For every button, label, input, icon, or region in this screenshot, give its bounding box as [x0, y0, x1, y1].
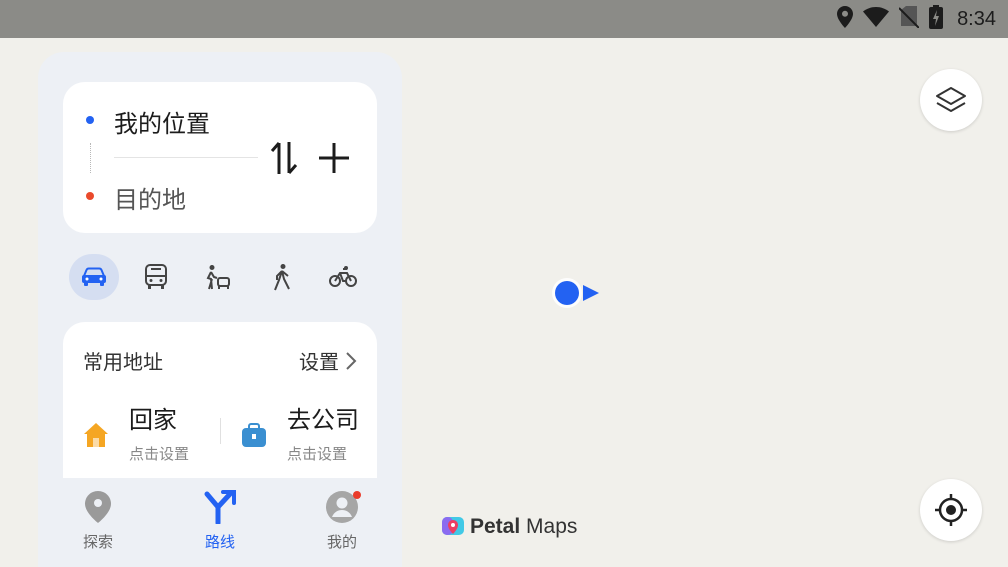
route-panel: 我的位置 目的地 常用地址 设置 回家 点击设置 去公司 点击设置 探索 路线 … — [38, 52, 402, 567]
notification-badge — [353, 491, 361, 499]
bus-icon — [145, 264, 167, 289]
mode-walk[interactable] — [257, 254, 307, 300]
logo-bold: Petal — [470, 515, 521, 538]
route-card: 我的位置 目的地 — [63, 82, 377, 233]
battery-icon — [929, 4, 944, 34]
mode-bus[interactable] — [131, 254, 181, 300]
work-name: 去公司 — [287, 407, 359, 434]
nav-me-label: 我的 — [326, 534, 357, 551]
home-shortcut[interactable]: 回家 点击设置 — [83, 400, 189, 464]
no-sim-icon — [898, 5, 920, 33]
nav-route-label: 路线 — [204, 534, 235, 551]
destination-field[interactable]: 目的地 — [114, 180, 186, 215]
bottom-nav: 探索 路线 我的 — [38, 478, 402, 567]
plus-icon — [319, 143, 349, 173]
chevron-right-icon — [346, 351, 357, 370]
home-sub: 点击设置 — [129, 446, 190, 463]
mode-taxi[interactable] — [193, 254, 243, 300]
origin-dot — [86, 116, 94, 124]
mode-bike[interactable] — [318, 254, 368, 300]
status-bar: 8:34 — [0, 0, 1008, 38]
address-divider — [220, 418, 221, 444]
nav-explore-label: 探索 — [82, 534, 113, 551]
crosshair-icon — [935, 494, 967, 526]
work-sub: 点击设置 — [287, 446, 348, 463]
taxi-icon — [206, 265, 230, 290]
car-icon — [82, 267, 106, 286]
origin-field[interactable]: 我的位置 — [114, 104, 210, 139]
petal-maps-logo-icon — [442, 517, 464, 535]
status-time: 8:34 — [957, 7, 996, 30]
locate-me-button[interactable] — [920, 479, 982, 541]
nav-explore[interactable]: 探索 — [58, 490, 138, 552]
layers-icon — [936, 87, 966, 112]
home-icon — [84, 423, 108, 447]
mode-car[interactable] — [69, 254, 119, 300]
route-divider — [114, 157, 258, 158]
layers-button[interactable] — [920, 69, 982, 131]
wifi-icon — [863, 6, 890, 32]
swap-icon — [270, 142, 298, 174]
location-icon — [837, 5, 854, 33]
bike-icon — [329, 266, 357, 287]
transport-mode-bar — [68, 254, 368, 300]
route-connector — [90, 143, 91, 173]
route-fork-icon — [204, 490, 236, 526]
petal-maps-logo: Petal Maps — [442, 515, 577, 539]
home-name: 回家 — [129, 407, 177, 434]
common-addresses-card: 常用地址 设置 回家 点击设置 去公司 点击设置 — [63, 322, 377, 482]
work-shortcut[interactable]: 去公司 点击设置 — [241, 400, 359, 464]
setting-label: 设置 — [299, 352, 339, 374]
nav-me[interactable]: 我的 — [302, 490, 382, 552]
nav-route[interactable]: 路线 — [180, 490, 260, 552]
swap-route-button[interactable] — [268, 140, 300, 176]
common-addresses-title: 常用地址 — [83, 352, 163, 374]
current-location-marker — [550, 276, 602, 310]
briefcase-icon — [242, 423, 266, 447]
explore-pin-icon — [85, 491, 111, 523]
common-addresses-setting-button[interactable]: 设置 — [299, 346, 357, 375]
add-stop-button[interactable] — [316, 140, 352, 176]
walk-icon — [274, 264, 290, 291]
logo-regular: Maps — [520, 515, 578, 538]
destination-dot — [86, 192, 94, 200]
